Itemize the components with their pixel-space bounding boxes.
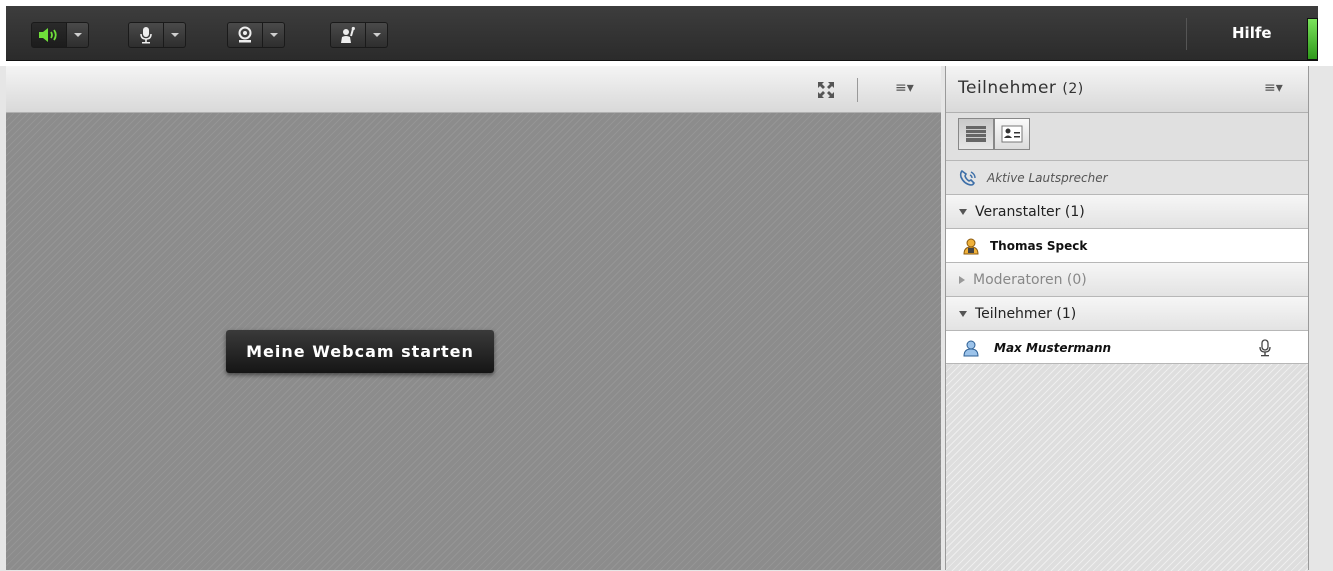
participant-icon (963, 340, 979, 356)
chevron-down-icon (269, 33, 278, 37)
webcam-control[interactable] (227, 22, 285, 48)
expand-triangle-icon (959, 208, 967, 215)
presenters-section-header[interactable]: Moderatoren (0) (946, 262, 1308, 296)
chevron-down-icon (372, 33, 381, 37)
webcam-icon (238, 26, 252, 43)
toolbar-divider (1186, 18, 1187, 50)
video-area: Meine Webcam starten (6, 113, 941, 570)
microphone-button[interactable] (128, 22, 164, 48)
view-toggle (958, 118, 1036, 152)
webcam-button[interactable] (227, 22, 263, 48)
hosts-section-header[interactable]: Veranstalter (1) (946, 194, 1308, 228)
participants-section-label: Teilnehmer (1) (975, 305, 1077, 322)
header-divider (857, 78, 858, 102)
list-view-button[interactable] (958, 118, 994, 150)
chevron-down-icon (170, 33, 179, 37)
list-view-icon (966, 126, 986, 142)
speaker-dropdown[interactable] (67, 22, 89, 48)
active-speakers-label: Aktive Lautsprecher (987, 170, 1108, 185)
top-toolbar-frame: Hilfe (0, 0, 1333, 66)
attendees-pod: Teilnehmer (2) ≡▾ Aktive Lautsprecher Ve… (945, 66, 1309, 571)
attendees-title: Teilnehmer (2) (958, 78, 1084, 98)
microphone-dropdown[interactable] (164, 22, 186, 48)
raise-hand-button[interactable] (330, 22, 366, 48)
attendee-list-empty-area (946, 363, 1308, 571)
connection-meter (1307, 18, 1318, 60)
hosts-section-label: Veranstalter (1) (975, 203, 1085, 220)
webcam-dropdown[interactable] (263, 22, 285, 48)
attendee-status-icon (1001, 125, 1023, 143)
attendee-row[interactable]: Thomas Speck (946, 228, 1308, 262)
help-menu[interactable]: Hilfe (1232, 24, 1272, 42)
chevron-down-icon (73, 33, 82, 37)
video-pod-header: ≡▾ (6, 66, 941, 113)
start-webcam-button[interactable]: Meine Webcam starten (226, 330, 494, 373)
raise-hand-icon (341, 26, 355, 43)
attendee-row[interactable]: Max Mustermann (946, 330, 1308, 364)
status-dropdown[interactable] (366, 22, 388, 48)
attendees-count: (2) (1062, 81, 1084, 97)
microphone-icon (1259, 338, 1271, 356)
phone-speaker-icon (959, 169, 976, 186)
presenters-section-label: Moderatoren (0) (973, 271, 1087, 288)
speaker-icon (39, 28, 57, 42)
speaker-button[interactable] (31, 22, 67, 48)
attendees-pod-header: Teilnehmer (2) ≡▾ (946, 66, 1308, 113)
top-toolbar: Hilfe (6, 6, 1318, 61)
active-speakers-row: Aktive Lautsprecher (946, 160, 1308, 194)
status-control[interactable] (330, 22, 388, 48)
attendees-title-label: Teilnehmer (958, 78, 1057, 98)
pod-menu-icon[interactable]: ≡▾ (1264, 80, 1283, 96)
fullscreen-icon[interactable] (818, 82, 834, 98)
expand-triangle-icon (959, 310, 967, 317)
microphone-control[interactable] (128, 22, 186, 48)
host-icon (963, 238, 979, 254)
status-view-button[interactable] (994, 118, 1030, 150)
collapsed-triangle-icon (959, 275, 965, 284)
pod-menu-icon[interactable]: ≡▾ (895, 80, 914, 96)
microphone-icon (140, 27, 152, 44)
speaker-control[interactable] (31, 22, 89, 48)
attendee-name: Max Mustermann (994, 340, 1112, 355)
participants-section-header[interactable]: Teilnehmer (1) (946, 296, 1308, 330)
video-pod: ≡▾ Meine Webcam starten (6, 66, 941, 570)
attendee-name: Thomas Speck (990, 238, 1088, 253)
